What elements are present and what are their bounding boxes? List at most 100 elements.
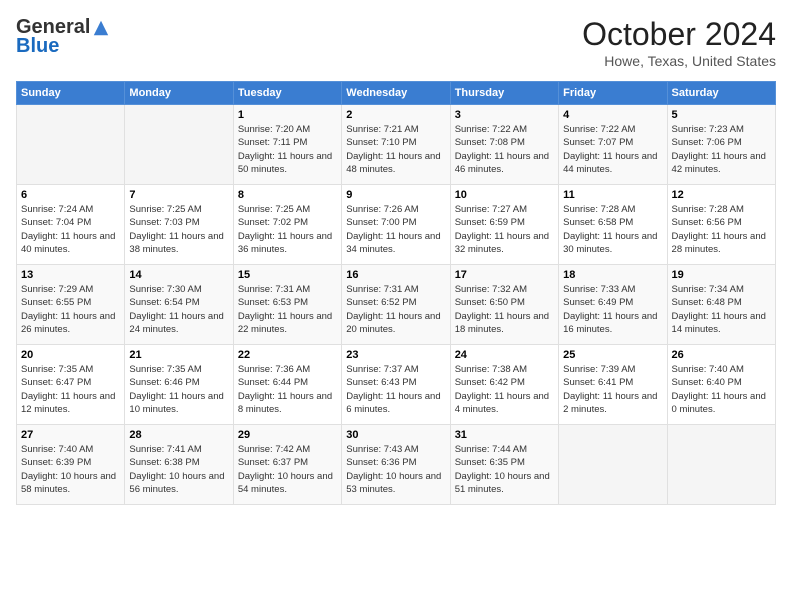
calendar-day-cell: 26Sunrise: 7:40 AM Sunset: 6:40 PM Dayli… xyxy=(667,345,775,425)
day-number: 16 xyxy=(346,269,445,281)
day-number: 17 xyxy=(455,269,554,281)
day-number: 15 xyxy=(238,269,337,281)
calendar-day-cell: 12 Sunrise: 7:28 AM Sunset: 6:56 PM Dayli… xyxy=(667,185,775,265)
weekday-header: Monday xyxy=(125,82,233,105)
day-detail: Sunrise: 7:34 AM Sunset: 6:48 PM Dayligh… xyxy=(672,283,771,336)
day-detail: Sunrise: 7:38 AM Sunset: 6:42 PM Dayligh… xyxy=(455,363,554,416)
calendar-day-cell: 3 Sunrise: 7:22 AM Sunset: 7:08 PM Daylig… xyxy=(450,105,558,185)
day-detail: Sunrise: 7:30 AM Sunset: 6:54 PM Dayligh… xyxy=(129,283,228,336)
day-detail: Sunrise: 7:40 AM Sunset: 6:40 PM Dayligh… xyxy=(672,363,771,416)
day-detail: Sunrise: 7:22 AM Sunset: 7:07 PM Dayligh… xyxy=(563,123,662,176)
day-detail: Sunrise: 7:28 AM Sunset: 6:56 PM Dayligh… xyxy=(672,203,771,256)
calendar-day-cell: 6 Sunrise: 7:24 AM Sunset: 7:04 PM Daylig… xyxy=(17,185,125,265)
day-number: 22 xyxy=(238,349,337,361)
calendar-day-cell: 31 Sunrise: 7:44 AM Sunset: 6:35 PM Dayli… xyxy=(450,425,558,505)
calendar-day-cell: 19 Sunrise: 7:34 AM Sunset: 6:48 PM Dayli… xyxy=(667,265,775,345)
calendar-day-cell: 25Sunrise: 7:39 AM Sunset: 6:41 PM Dayli… xyxy=(559,345,667,425)
calendar-day-cell xyxy=(17,105,125,185)
day-number: 14 xyxy=(129,269,228,281)
day-number: 31 xyxy=(455,429,554,441)
day-detail: Sunrise: 7:28 AM Sunset: 6:58 PM Dayligh… xyxy=(563,203,662,256)
day-number: 23 xyxy=(346,349,445,361)
day-number: 29 xyxy=(238,429,337,441)
day-number: 12 xyxy=(672,189,771,201)
calendar-day-cell: 20 Sunrise: 7:35 AM Sunset: 6:47 PM Dayli… xyxy=(17,345,125,425)
calendar-day-cell xyxy=(125,105,233,185)
day-detail: Sunrise: 7:31 AM Sunset: 6:53 PM Dayligh… xyxy=(238,283,337,336)
day-number: 1 xyxy=(238,109,337,121)
month-title: October 2024 xyxy=(582,16,776,53)
calendar-week-row: 27Sunrise: 7:40 AM Sunset: 6:39 PM Dayli… xyxy=(17,425,776,505)
day-number: 10 xyxy=(455,189,554,201)
day-number: 5 xyxy=(672,109,771,121)
calendar-day-cell: 10Sunrise: 7:27 AM Sunset: 6:59 PM Dayli… xyxy=(450,185,558,265)
day-number: 9 xyxy=(346,189,445,201)
calendar-day-cell xyxy=(667,425,775,505)
logo-icon xyxy=(92,19,110,37)
calendar-week-row: 1 Sunrise: 7:20 AM Sunset: 7:11 PM Daylig… xyxy=(17,105,776,185)
calendar-week-row: 20 Sunrise: 7:35 AM Sunset: 6:47 PM Dayli… xyxy=(17,345,776,425)
day-number: 3 xyxy=(455,109,554,121)
day-number: 19 xyxy=(672,269,771,281)
day-detail: Sunrise: 7:43 AM Sunset: 6:36 PM Dayligh… xyxy=(346,443,445,496)
weekday-header: Wednesday xyxy=(342,82,450,105)
calendar-day-cell: 21 Sunrise: 7:35 AM Sunset: 6:46 PM Dayli… xyxy=(125,345,233,425)
calendar-day-cell: 14 Sunrise: 7:30 AM Sunset: 6:54 PM Dayli… xyxy=(125,265,233,345)
calendar-day-cell: 1 Sunrise: 7:20 AM Sunset: 7:11 PM Daylig… xyxy=(233,105,341,185)
location: Howe, Texas, United States xyxy=(582,53,776,69)
calendar-day-cell: 9Sunrise: 7:26 AM Sunset: 7:00 PM Daylig… xyxy=(342,185,450,265)
calendar-container: General Blue October 2024 Howe, Texas, U… xyxy=(0,0,792,513)
title-area: October 2024 Howe, Texas, United States xyxy=(582,16,776,69)
day-detail: Sunrise: 7:23 AM Sunset: 7:06 PM Dayligh… xyxy=(672,123,771,176)
calendar-day-cell: 30 Sunrise: 7:43 AM Sunset: 6:36 PM Dayli… xyxy=(342,425,450,505)
calendar-day-cell: 18Sunrise: 7:33 AM Sunset: 6:49 PM Dayli… xyxy=(559,265,667,345)
day-detail: Sunrise: 7:35 AM Sunset: 6:46 PM Dayligh… xyxy=(129,363,228,416)
day-number: 24 xyxy=(455,349,554,361)
day-number: 30 xyxy=(346,429,445,441)
calendar-day-cell: 4 Sunrise: 7:22 AM Sunset: 7:07 PM Daylig… xyxy=(559,105,667,185)
weekday-header: Friday xyxy=(559,82,667,105)
calendar-day-cell: 13 Sunrise: 7:29 AM Sunset: 6:55 PM Dayli… xyxy=(17,265,125,345)
day-detail: Sunrise: 7:33 AM Sunset: 6:49 PM Dayligh… xyxy=(563,283,662,336)
day-detail: Sunrise: 7:22 AM Sunset: 7:08 PM Dayligh… xyxy=(455,123,554,176)
weekday-header: Thursday xyxy=(450,82,558,105)
logo-blue-text: Blue xyxy=(16,35,59,58)
day-number: 21 xyxy=(129,349,228,361)
calendar-day-cell: 8Sunrise: 7:25 AM Sunset: 7:02 PM Daylig… xyxy=(233,185,341,265)
day-number: 20 xyxy=(21,349,120,361)
calendar-day-cell: 22 Sunrise: 7:36 AM Sunset: 6:44 PM Dayli… xyxy=(233,345,341,425)
calendar-day-cell: 11Sunrise: 7:28 AM Sunset: 6:58 PM Dayli… xyxy=(559,185,667,265)
day-detail: Sunrise: 7:40 AM Sunset: 6:39 PM Dayligh… xyxy=(21,443,120,496)
day-detail: Sunrise: 7:29 AM Sunset: 6:55 PM Dayligh… xyxy=(21,283,120,336)
weekday-header-row: SundayMondayTuesdayWednesdayThursdayFrid… xyxy=(17,82,776,105)
day-detail: Sunrise: 7:35 AM Sunset: 6:47 PM Dayligh… xyxy=(21,363,120,416)
day-detail: Sunrise: 7:25 AM Sunset: 7:03 PM Dayligh… xyxy=(129,203,228,256)
calendar-day-cell: 29 Sunrise: 7:42 AM Sunset: 6:37 PM Dayli… xyxy=(233,425,341,505)
day-detail: Sunrise: 7:20 AM Sunset: 7:11 PM Dayligh… xyxy=(238,123,337,176)
calendar-day-cell: 15 Sunrise: 7:31 AM Sunset: 6:53 PM Dayli… xyxy=(233,265,341,345)
calendar-week-row: 13 Sunrise: 7:29 AM Sunset: 6:55 PM Dayli… xyxy=(17,265,776,345)
calendar-day-cell: 16 Sunrise: 7:31 AM Sunset: 6:52 PM Dayli… xyxy=(342,265,450,345)
day-number: 28 xyxy=(129,429,228,441)
calendar-day-cell: 28 Sunrise: 7:41 AM Sunset: 6:38 PM Dayli… xyxy=(125,425,233,505)
day-detail: Sunrise: 7:41 AM Sunset: 6:38 PM Dayligh… xyxy=(129,443,228,496)
day-number: 13 xyxy=(21,269,120,281)
day-detail: Sunrise: 7:42 AM Sunset: 6:37 PM Dayligh… xyxy=(238,443,337,496)
calendar-day-cell: 2Sunrise: 7:21 AM Sunset: 7:10 PM Daylig… xyxy=(342,105,450,185)
calendar-day-cell: 27Sunrise: 7:40 AM Sunset: 6:39 PM Dayli… xyxy=(17,425,125,505)
calendar-day-cell xyxy=(559,425,667,505)
calendar-week-row: 6 Sunrise: 7:24 AM Sunset: 7:04 PM Daylig… xyxy=(17,185,776,265)
day-number: 4 xyxy=(563,109,662,121)
day-detail: Sunrise: 7:36 AM Sunset: 6:44 PM Dayligh… xyxy=(238,363,337,416)
calendar-day-cell: 17Sunrise: 7:32 AM Sunset: 6:50 PM Dayli… xyxy=(450,265,558,345)
logo: General Blue xyxy=(16,16,110,58)
calendar-day-cell: 5 Sunrise: 7:23 AM Sunset: 7:06 PM Daylig… xyxy=(667,105,775,185)
calendar-day-cell: 24 Sunrise: 7:38 AM Sunset: 6:42 PM Dayli… xyxy=(450,345,558,425)
day-detail: Sunrise: 7:31 AM Sunset: 6:52 PM Dayligh… xyxy=(346,283,445,336)
weekday-header: Saturday xyxy=(667,82,775,105)
day-detail: Sunrise: 7:24 AM Sunset: 7:04 PM Dayligh… xyxy=(21,203,120,256)
day-detail: Sunrise: 7:21 AM Sunset: 7:10 PM Dayligh… xyxy=(346,123,445,176)
day-number: 25 xyxy=(563,349,662,361)
day-number: 6 xyxy=(21,189,120,201)
day-detail: Sunrise: 7:44 AM Sunset: 6:35 PM Dayligh… xyxy=(455,443,554,496)
